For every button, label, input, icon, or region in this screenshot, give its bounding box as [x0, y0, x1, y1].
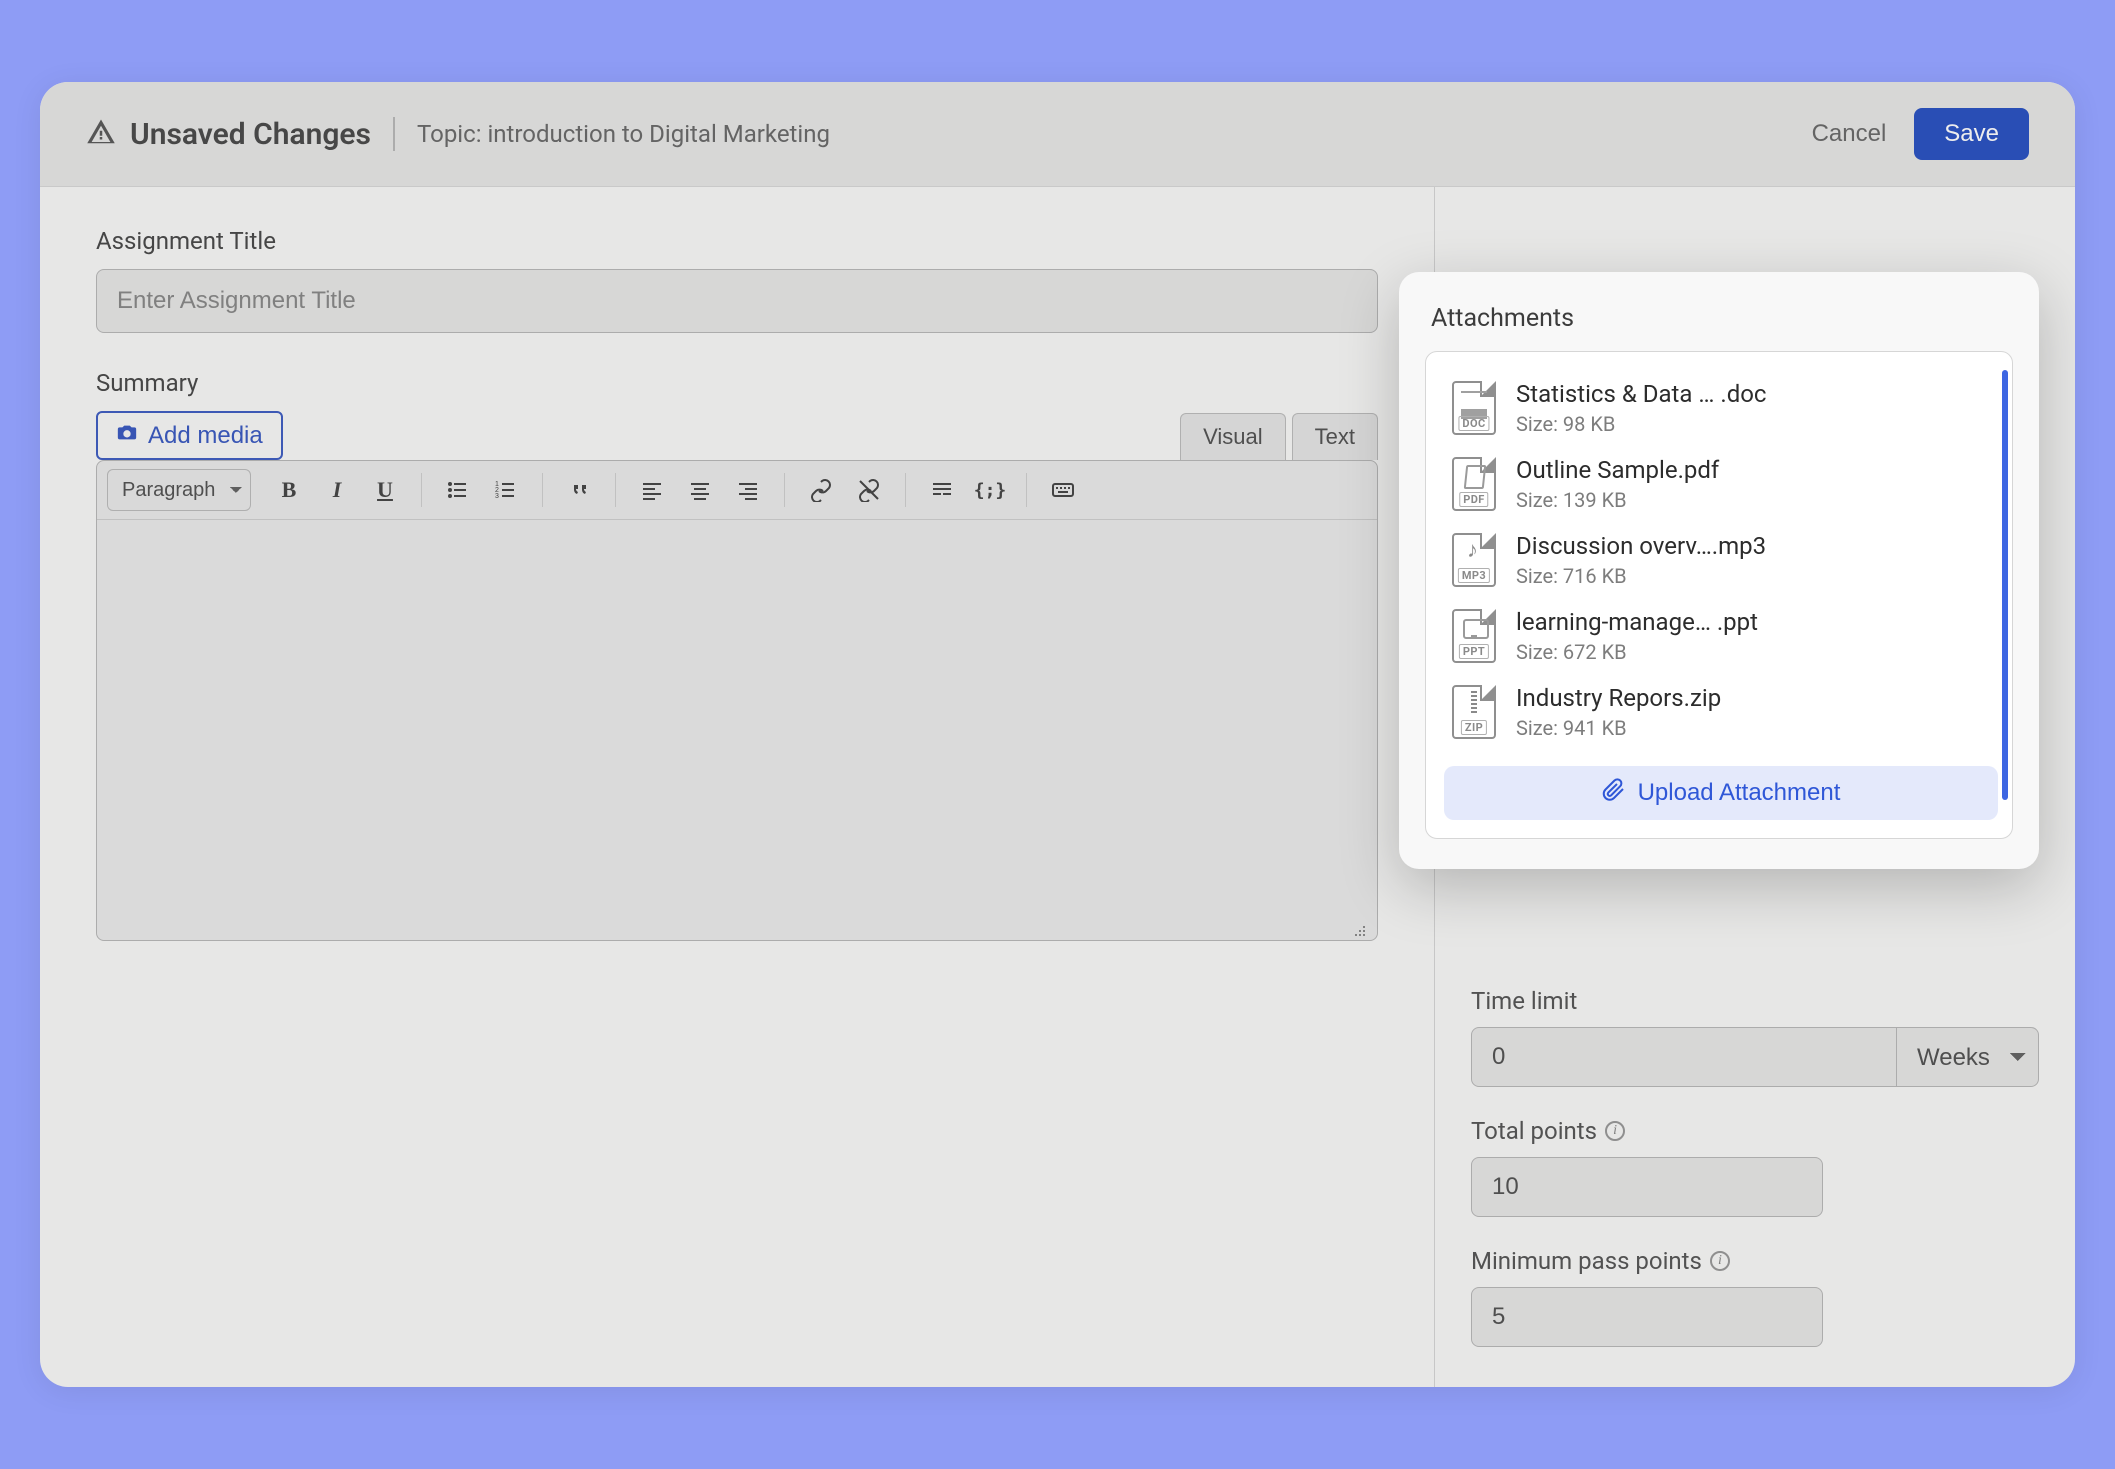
divider [393, 117, 395, 151]
attachment-size: Size: 98 KB [1516, 412, 1767, 436]
time-limit-input[interactable] [1471, 1027, 1897, 1087]
assignment-editor-window: Unsaved Changes Topic: introduction to D… [40, 82, 2075, 1387]
separator [905, 473, 906, 507]
summary-label: Summary [96, 369, 1378, 397]
info-icon[interactable]: i [1710, 1251, 1730, 1271]
file-mp3-icon: MP3 [1452, 533, 1496, 587]
separator [1026, 473, 1027, 507]
attachment-name: Industry Repors.zip [1516, 684, 1721, 712]
attachment-size: Size: 716 KB [1516, 564, 1766, 588]
align-right-button[interactable] [726, 469, 770, 511]
header-bar: Unsaved Changes Topic: introduction to D… [40, 82, 2075, 187]
topic-label: Topic: introduction to Digital Marketing [417, 120, 830, 148]
file-ppt-icon: PPT [1452, 609, 1496, 663]
insert-more-button[interactable] [920, 469, 964, 511]
cancel-button[interactable]: Cancel [1794, 110, 1905, 158]
attachment-item[interactable]: PDF Outline Sample.pdf Size: 139 KB [1444, 446, 1998, 522]
attachment-item[interactable]: MP3 Discussion overv….mp3 Size: 716 KB [1444, 522, 1998, 598]
attachment-item[interactable]: ZIP Industry Repors.zip Size: 941 KB [1444, 674, 1998, 750]
time-limit-label: Time limit [1471, 987, 2039, 1015]
paragraph-format-select[interactable]: Paragraph [107, 469, 251, 511]
camera-icon [116, 421, 138, 450]
warning-icon [86, 117, 116, 151]
upload-attachment-label: Upload Attachment [1638, 779, 1841, 807]
file-zip-icon: ZIP [1452, 685, 1496, 739]
bold-button[interactable]: B [267, 469, 311, 511]
info-icon[interactable]: i [1605, 1121, 1625, 1141]
resize-handle-icon[interactable] [1353, 918, 1371, 936]
assignment-title-label: Assignment Title [96, 227, 1378, 255]
attachments-list: DOC Statistics & Data … .doc Size: 98 KB… [1425, 351, 2013, 839]
link-button[interactable] [799, 469, 843, 511]
blockquote-button[interactable] [557, 469, 601, 511]
code-button[interactable]: {;} [968, 469, 1012, 511]
keyboard-button[interactable] [1041, 469, 1085, 511]
min-pass-label: Minimum pass points i [1471, 1247, 2039, 1275]
attachment-size: Size: 672 KB [1516, 640, 1758, 664]
italic-button[interactable]: I [315, 469, 359, 511]
align-center-button[interactable] [678, 469, 722, 511]
min-pass-points-input[interactable] [1471, 1287, 1823, 1347]
tab-visual[interactable]: Visual [1180, 413, 1286, 460]
scrollbar[interactable] [2002, 370, 2008, 800]
attachments-title: Attachments [1431, 304, 2007, 333]
svg-text:3: 3 [495, 493, 499, 500]
rich-text-editor: Paragraph B I U 123 [96, 460, 1378, 941]
editor-textarea[interactable] [97, 520, 1377, 940]
total-points-label: Total points i [1471, 1117, 2039, 1145]
separator [421, 473, 422, 507]
paperclip-icon [1602, 778, 1626, 809]
tab-text[interactable]: Text [1292, 413, 1378, 460]
add-media-label: Add media [148, 422, 263, 450]
unlink-button[interactable] [847, 469, 891, 511]
attachment-size: Size: 941 KB [1516, 716, 1721, 740]
total-points-input[interactable] [1471, 1157, 1823, 1217]
file-doc-icon: DOC [1452, 381, 1496, 435]
attachment-item[interactable]: PPT learning-manage… .ppt Size: 672 KB [1444, 598, 1998, 674]
underline-button[interactable]: U [363, 469, 407, 511]
numbered-list-button[interactable]: 123 [484, 469, 528, 511]
separator [784, 473, 785, 507]
page-title: Unsaved Changes [130, 117, 371, 152]
bulleted-list-button[interactable] [436, 469, 480, 511]
attachment-name: Outline Sample.pdf [1516, 456, 1719, 484]
file-pdf-icon: PDF [1452, 457, 1496, 511]
attachment-name: Discussion overv….mp3 [1516, 532, 1766, 560]
separator [542, 473, 543, 507]
attachment-item[interactable]: DOC Statistics & Data … .doc Size: 98 KB [1444, 370, 1998, 446]
attachment-size: Size: 139 KB [1516, 488, 1719, 512]
editor-toolbar: Paragraph B I U 123 [97, 461, 1377, 520]
attachment-name: Statistics & Data … .doc [1516, 380, 1767, 408]
align-left-button[interactable] [630, 469, 674, 511]
main-column: Assignment Title Summary Add media Visua… [40, 187, 1435, 1387]
attachment-name: learning-manage… .ppt [1516, 608, 1758, 636]
add-media-button[interactable]: Add media [96, 411, 283, 460]
assignment-title-input[interactable] [96, 269, 1378, 333]
save-button[interactable]: Save [1914, 108, 2029, 160]
separator [615, 473, 616, 507]
time-limit-unit-select[interactable]: Weeks [1897, 1027, 2039, 1087]
attachments-panel: Attachments DOC Statistics & Data … .doc… [1399, 272, 2039, 869]
upload-attachment-button[interactable]: Upload Attachment [1444, 766, 1998, 820]
